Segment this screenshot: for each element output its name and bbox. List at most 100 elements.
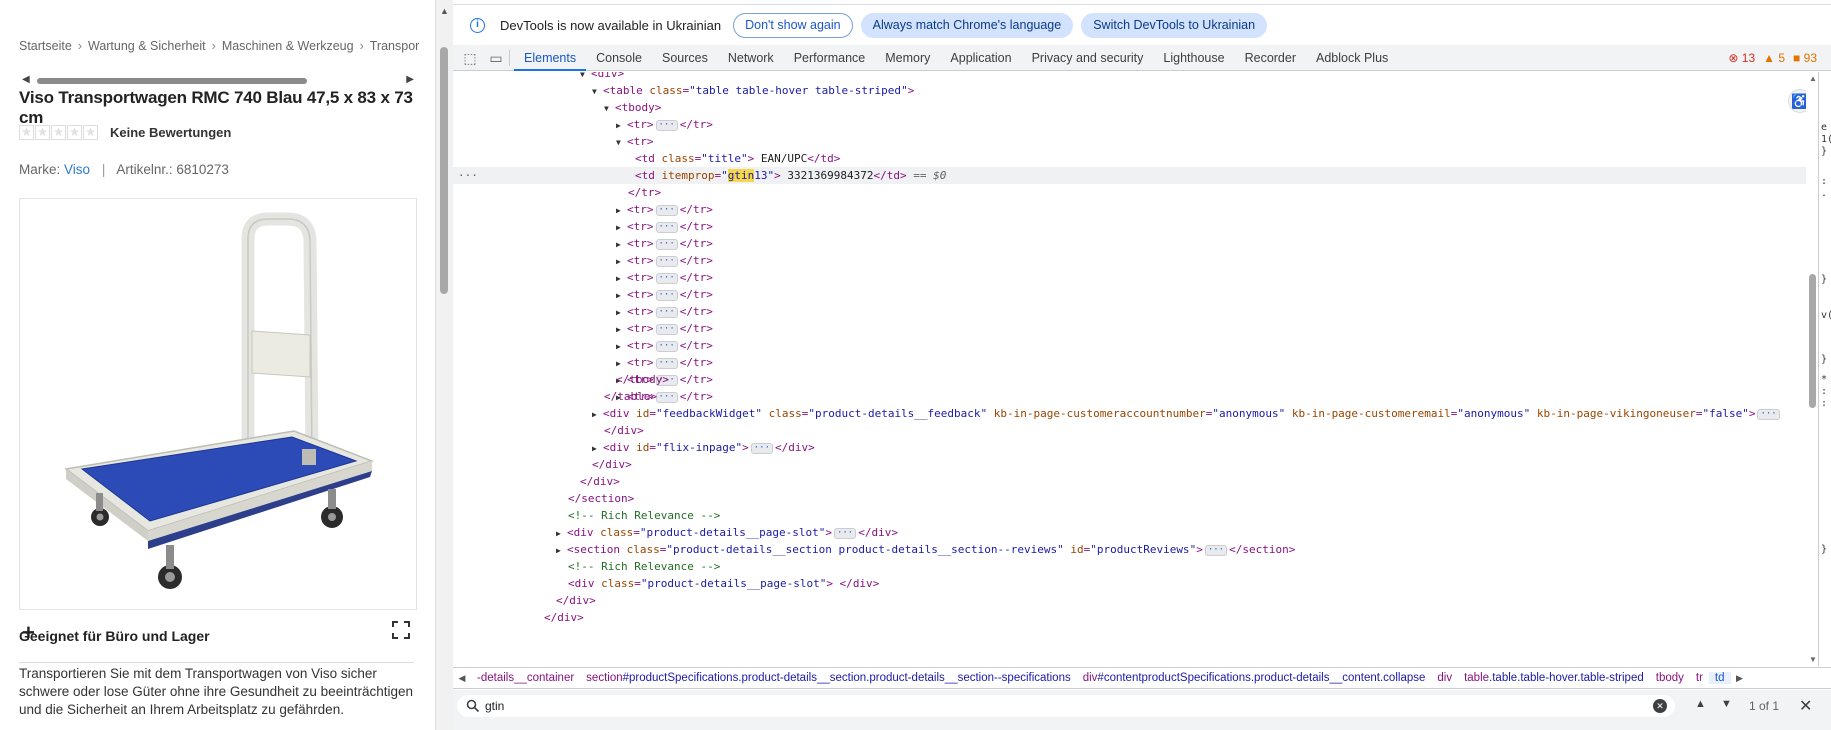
dom-node-tr[interactable]: ▶ <tr> ··· </tr> — [453, 201, 1813, 218]
dom-node-tr-expanded[interactable]: ▼ <tr> — [453, 133, 1813, 150]
collapsed-content-icon[interactable]: ··· — [655, 238, 678, 250]
collapse-triangle-icon[interactable]: ▼ — [604, 100, 615, 117]
device-toolbar-icon[interactable]: ▭ — [487, 49, 505, 67]
fullscreen-icon[interactable] — [391, 620, 411, 640]
scroll-up-icon[interactable]: ▲ — [1809, 74, 1817, 83]
dom-crumb[interactable]: table.table.table-hover.table-striped — [1458, 672, 1650, 684]
dom-crumb[interactable]: td — [1708, 672, 1731, 684]
expand-triangle-icon[interactable]: ▶ — [616, 253, 627, 270]
expand-triangle-icon[interactable]: ▶ — [556, 542, 567, 559]
dom-node-tr[interactable]: ▶ <tr> ··· </tr> — [453, 354, 1813, 371]
dom-crumb[interactable]: -details__container — [471, 672, 580, 684]
error-count[interactable]: ⊗ 13 — [1728, 51, 1755, 65]
dom-node-section-close[interactable]: </section> — [453, 490, 1813, 507]
tab-elements[interactable]: Elements — [514, 45, 587, 71]
breadcrumb-scrollbar[interactable]: ◀ ▶ — [19, 74, 414, 86]
dom-node-reviews-section[interactable]: ▶ <section class="product-details__sectio… — [453, 541, 1813, 558]
tab-recorder[interactable]: Recorder — [1235, 45, 1306, 71]
scroll-right-icon[interactable]: ▶ — [406, 74, 414, 85]
inspect-element-icon[interactable]: ⬚ — [461, 49, 479, 67]
scrollbar-thumb[interactable] — [37, 78, 307, 84]
dom-node-tr[interactable]: ▶ <tr> ··· </tr> — [453, 269, 1813, 286]
dom-node-tr[interactable]: ▶ <tr> ··· </tr> — [453, 303, 1813, 320]
collapsed-content-icon[interactable]: ··· — [655, 340, 678, 352]
product-rating[interactable]: ★ ★ ★ ★ ★ Keine Bewertungen — [19, 124, 231, 140]
dom-node-table-close[interactable]: </table> — [453, 388, 1813, 405]
dom-node-tr[interactable]: ▶ <tr> ··· </tr> — [453, 218, 1813, 235]
tab-console[interactable]: Console — [586, 45, 652, 71]
scroll-down-icon[interactable]: ▼ — [1809, 655, 1817, 664]
dont-show-again-button[interactable]: Don't show again — [733, 12, 853, 38]
elements-scrollbar[interactable]: ▲ ▼ — [1806, 72, 1818, 666]
tab-lighthouse[interactable]: Lighthouse — [1153, 45, 1234, 71]
dom-node-tr[interactable]: ▶ <tr> ··· </tr> — [453, 320, 1813, 337]
dom-node-tbody-close[interactable]: </tbody> — [453, 371, 1813, 388]
dom-node-page-slot[interactable]: ▶ <div class="product-details__page-slot"… — [453, 524, 1813, 541]
collapsed-content-icon[interactable]: ··· — [655, 272, 678, 284]
breadcrumb-maintenance[interactable]: Wartung & Sicherheit — [88, 39, 206, 53]
dom-node-tr[interactable]: ▶ <tr> ··· </tr> — [453, 235, 1813, 252]
collapsed-content-icon[interactable]: ··· — [655, 357, 678, 369]
expand-triangle-icon[interactable]: ▶ — [616, 338, 627, 355]
dom-crumb[interactable]: section#productSpecifications.product-de… — [580, 672, 1077, 684]
always-match-language-button[interactable]: Always match Chrome's language — [860, 12, 1074, 38]
collapsed-content-icon[interactable]: ··· — [655, 204, 678, 216]
dom-node-tbody[interactable]: ▼ <tbody> — [453, 99, 1813, 116]
dom-node-page-slot[interactable]: <div class="product-details__page-slot">… — [453, 575, 1813, 592]
close-search-icon[interactable]: ✕ — [1799, 696, 1812, 716]
expand-triangle-icon[interactable]: ▶ — [592, 440, 603, 457]
collapsed-content-icon[interactable]: ··· — [655, 119, 678, 131]
expand-triangle-icon[interactable]: ▶ — [616, 270, 627, 287]
previous-result-icon[interactable]: ▲ — [1695, 698, 1706, 710]
dom-node-tr[interactable]: ▶ <tr> ··· </tr> — [453, 286, 1813, 303]
dom-node-div-close[interactable]: </div> — [453, 609, 1813, 626]
search-input[interactable] — [485, 697, 1635, 715]
dom-node-td-title[interactable]: <td class="title"> EAN/UPC</td> — [453, 150, 1813, 167]
collapsed-content-icon[interactable]: ··· — [655, 323, 678, 335]
more-actions-icon[interactable]: ··· — [458, 167, 478, 184]
collapsed-content-icon[interactable]: ··· — [750, 442, 773, 454]
tab-sources[interactable]: Sources — [652, 45, 718, 71]
switch-language-button[interactable]: Switch DevTools to Ukrainian — [1081, 12, 1268, 38]
dom-crumb[interactable]: div — [1431, 672, 1458, 684]
tab-adblock-plus[interactable]: Adblock Plus — [1306, 45, 1398, 71]
tab-application[interactable]: Application — [940, 45, 1021, 71]
expand-triangle-icon[interactable]: ▶ — [616, 355, 627, 372]
collapse-triangle-icon[interactable]: ▼ — [592, 83, 603, 100]
dom-node-tr[interactable]: ▶ <tr> ··· </tr> — [453, 116, 1813, 133]
collapsed-content-icon[interactable]: ··· — [655, 289, 678, 301]
expand-triangle-icon[interactable]: ▶ — [556, 525, 567, 542]
collapsed-content-icon[interactable]: ··· — [1204, 544, 1228, 556]
dom-node-div[interactable]: ▼ <div> — [453, 72, 1813, 82]
collapsed-content-icon[interactable]: ··· — [655, 306, 678, 318]
dom-node-div-close[interactable]: </div> — [453, 456, 1813, 473]
dom-node-div-close[interactable]: </div> — [453, 592, 1813, 609]
brand-link[interactable]: Viso — [64, 162, 90, 177]
dom-comment-rich-relevance[interactable]: <!-- Rich Relevance --> — [453, 558, 1813, 575]
dom-node-flix-inpage[interactable]: ▶ <div id="flix-inpage"> ··· </div> — [453, 439, 1813, 456]
dom-node-table[interactable]: ▼ <table class="table table-hover table-s… — [453, 82, 1813, 99]
crumbs-scroll-left-icon[interactable]: ◀ — [453, 673, 471, 684]
crumbs-scroll-right-icon[interactable]: ▶ — [1731, 673, 1749, 684]
tab-privacy-security[interactable]: Privacy and security — [1022, 45, 1154, 71]
scroll-left-icon[interactable]: ◀ — [22, 74, 30, 85]
dom-crumb[interactable]: tr — [1690, 672, 1709, 684]
breadcrumb-transport[interactable]: Transport — [370, 39, 419, 53]
expand-triangle-icon[interactable]: ▶ — [616, 219, 627, 236]
dom-node-tr[interactable]: ▶ <tr> ··· </tr> — [453, 337, 1813, 354]
expand-triangle-icon[interactable]: ▶ — [616, 321, 627, 338]
expand-triangle-icon[interactable]: ▶ — [616, 287, 627, 304]
scrollbar-thumb[interactable] — [1809, 274, 1816, 408]
breadcrumb-home[interactable]: Startseite — [19, 39, 72, 53]
expand-triangle-icon[interactable]: ▶ — [592, 406, 603, 423]
collapsed-content-icon[interactable]: ··· — [655, 221, 678, 233]
expand-triangle-icon[interactable]: ▶ — [616, 304, 627, 321]
dom-node-tr[interactable]: ▶ <tr> ··· </tr> — [453, 252, 1813, 269]
dom-node-tr-close[interactable]: </tr> — [453, 184, 1813, 201]
dom-crumb[interactable]: div#contentproductSpecifications.product… — [1077, 672, 1432, 684]
warning-count[interactable]: ▲ 5 — [1763, 51, 1785, 65]
tab-performance[interactable]: Performance — [784, 45, 876, 71]
dom-comment-rich-relevance[interactable]: <!-- Rich Relevance --> — [453, 507, 1813, 524]
collapse-triangle-icon[interactable]: ▼ — [616, 134, 627, 151]
collapsed-content-icon[interactable]: ··· — [655, 255, 678, 267]
